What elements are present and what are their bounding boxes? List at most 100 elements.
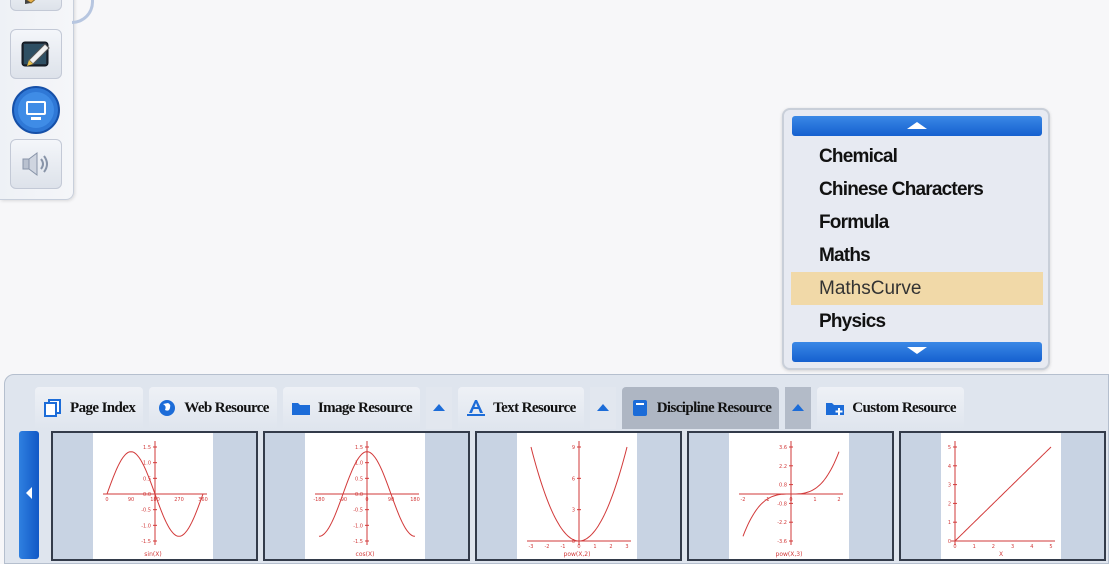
x-tick-label: 4: [1030, 544, 1033, 550]
x-tick-label: 1: [973, 544, 976, 550]
x-tick-label: -3: [529, 544, 534, 550]
x-tick-label: 180: [410, 497, 420, 503]
y-tick-label: 0: [948, 539, 951, 545]
dropdown-item[interactable]: Physics: [791, 305, 1043, 338]
sound-button[interactable]: [10, 139, 62, 189]
tab-image-resource[interactable]: Image Resource: [282, 387, 421, 429]
y-tick-label: 0.0: [355, 492, 363, 498]
tab-text-resource[interactable]: Text Resource: [458, 387, 584, 429]
screen-button[interactable]: [10, 85, 62, 135]
folder-add-icon: [825, 399, 845, 417]
y-tick-label: -1.5: [353, 539, 363, 545]
y-tick-label: 0.8: [779, 483, 787, 489]
x-tick-label: 5: [1049, 544, 1052, 550]
tab-discipline-resource[interactable]: Discipline Resource: [621, 387, 780, 429]
tab-label: Web Resource: [184, 399, 269, 416]
tab-label: Text Resource: [493, 399, 576, 416]
dropdown-scroll-up-button[interactable]: [792, 116, 1042, 136]
y-tick-label: 6: [572, 476, 575, 482]
resource-panel: Page Index Web Resource Image Resource Text…: [4, 374, 1109, 564]
x-tick-label: 0: [105, 497, 108, 503]
caret-up-icon: [791, 399, 805, 417]
pen-icon: [23, 0, 49, 5]
dropdown-scroll-down-button[interactable]: [792, 342, 1042, 362]
tab-label: Custom Resource: [852, 399, 956, 416]
tab-label: Image Resource: [317, 399, 413, 416]
tab-dropdown-arrow[interactable]: [785, 387, 812, 429]
tab-dropdown-arrow[interactable]: [426, 387, 453, 429]
y-tick-label: -2.2: [777, 520, 787, 526]
y-tick-label: 1: [948, 520, 951, 526]
y-tick-label: 5: [948, 445, 951, 451]
dropdown-list: Chemical Chinese Characters Formula Maths Ma…: [791, 140, 1043, 338]
curve-thumbnail[interactable]: 1.5 1.0 0.5 0.0 -0.5 -1.0 -1.5 -180 -90 0 90 180 cos…: [263, 431, 470, 561]
curve-caption: cos(X): [356, 551, 375, 558]
tab-label: Discipline Resource: [656, 399, 772, 416]
y-tick-label: -1.0: [353, 523, 363, 529]
y-tick-label: -0.5: [141, 508, 151, 514]
x-tick-label: -2: [741, 497, 746, 503]
x-tick-label: 1: [593, 544, 596, 550]
tab-custom-resource[interactable]: Custom Resource: [817, 387, 964, 429]
y-tick-label: -0.5: [353, 508, 363, 514]
x-tick-label: 0: [789, 497, 792, 503]
curve-thumbnail[interactable]: 9 6 3 0 -3 -2 -1 0 1 2 3 pow(X,2): [475, 431, 682, 561]
curve-plot: 5 4 3 2 1 00 1 2 3 4 5 X: [941, 433, 1061, 559]
curve-line: [954, 446, 1052, 542]
monitor-icon: [11, 85, 61, 135]
y-tick-label: -1.5: [141, 539, 151, 545]
book-icon: [630, 399, 650, 417]
curve-plot: 3.6 2.2 0.8 -0.8 -2.2 -3.6 -2 -1 0 1 2 pow(X,3): [729, 433, 849, 559]
x-tick-label: -2: [545, 544, 550, 550]
thumbnails-scroll-left-button[interactable]: [19, 431, 39, 559]
tab-page-index[interactable]: Page Index: [35, 387, 144, 429]
x-tick-label: 0: [365, 497, 368, 503]
page-index-icon: [43, 399, 63, 417]
dropdown-item[interactable]: Chemical: [791, 140, 1043, 173]
x-tick-label: 270: [174, 497, 184, 503]
dropdown-item[interactable]: Chinese Characters: [791, 173, 1043, 206]
x-tick-label: 3: [625, 544, 628, 550]
resource-tabbar: Page Index Web Resource Image Resource Text…: [35, 387, 970, 429]
discipline-dropdown: Chemical Chinese Characters Formula Maths Ma…: [782, 108, 1050, 370]
curve-thumbnails: 1.5 1.0 0.5 0.0 -0.5 -1.0 -1.5 0 90 180 270 360 sin(…: [51, 431, 1109, 561]
curve-plot: 9 6 3 0 -3 -2 -1 0 1 2 3 pow(X,2): [517, 433, 637, 559]
y-tick-label: 3.6: [779, 445, 787, 451]
curve-plot: 1.5 1.0 0.5 0.0 -0.5 -1.0 -1.5 -180 -90 0 90 180 cos…: [305, 433, 425, 559]
tab-web-resource[interactable]: Web Resource: [149, 387, 277, 429]
text-a-icon: [466, 399, 486, 417]
curve-caption: X: [999, 551, 1003, 558]
y-tick-label: 2.2: [779, 464, 787, 470]
dropdown-item[interactable]: MathsCurve: [791, 272, 1043, 305]
y-tick-label: 3: [572, 508, 575, 514]
caret-up-icon: [596, 399, 610, 417]
caret-down-icon: [904, 343, 930, 361]
x-tick-label: 2: [609, 544, 612, 550]
y-tick-label: 2: [948, 501, 951, 507]
y-tick-label: 1.5: [355, 445, 363, 451]
y-tick-label: 0.5: [355, 476, 363, 482]
x-tick-label: -180: [313, 497, 324, 503]
caret-up-icon: [432, 399, 446, 417]
x-tick-label: 1: [813, 497, 816, 503]
tab-label: Page Index: [70, 399, 136, 416]
dropdown-item[interactable]: Maths: [791, 239, 1043, 272]
curve-thumbnail[interactable]: 1.5 1.0 0.5 0.0 -0.5 -1.0 -1.5 0 90 180 270 360 sin(…: [51, 431, 258, 561]
x-tick-label: 0: [953, 544, 956, 550]
curve-thumbnail[interactable]: 3.6 2.2 0.8 -0.8 -2.2 -3.6 -2 -1 0 1 2 pow(X,3): [687, 431, 894, 561]
curve-plot: 1.5 1.0 0.5 0.0 -0.5 -1.0 -1.5 0 90 180 270 360 sin(…: [93, 433, 213, 559]
y-tick-label: -1.0: [141, 523, 151, 529]
curve-caption: pow(X,2): [564, 551, 591, 558]
whiteboard-pen-icon: [19, 38, 53, 70]
toolbar-arc: [72, 0, 94, 24]
y-tick-label: 3: [948, 483, 951, 489]
y-tick-label: -0.8: [777, 501, 787, 507]
folder-icon: [291, 399, 311, 417]
curve-thumbnail[interactable]: 5 4 3 2 1 00 1 2 3 4 5 X: [899, 431, 1106, 561]
whiteboard-button[interactable]: [10, 29, 62, 79]
dropdown-item[interactable]: Formula: [791, 206, 1043, 239]
tab-dropdown-arrow[interactable]: [589, 387, 616, 429]
y-tick-label: 4: [948, 464, 951, 470]
pen-tool-button[interactable]: [10, 0, 62, 11]
y-tick-label: -3.6: [777, 539, 787, 545]
